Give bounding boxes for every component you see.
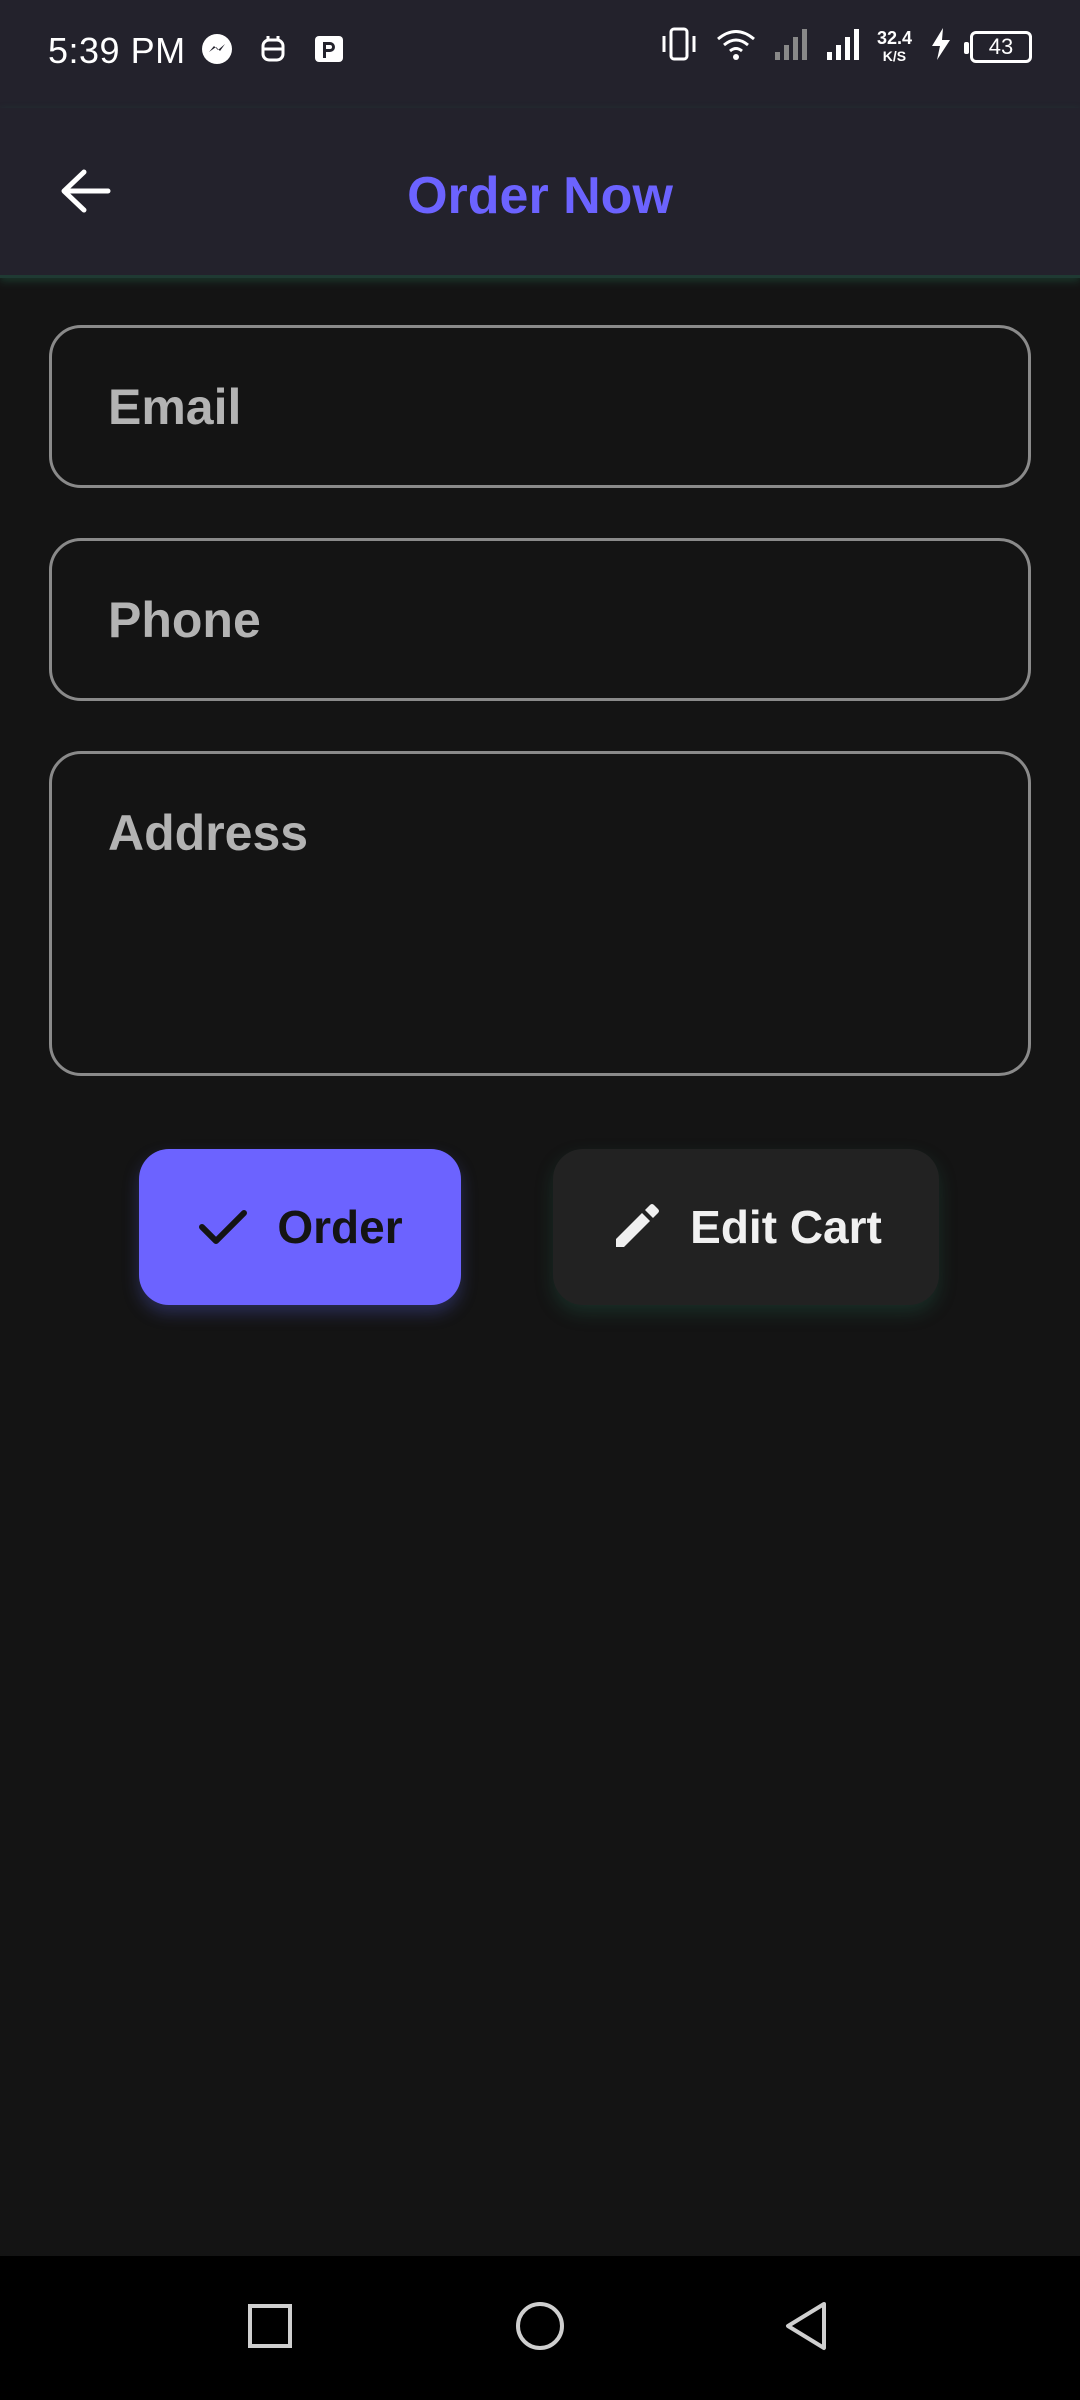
parking-icon <box>312 32 346 66</box>
edit-cart-button-label: Edit Cart <box>690 1201 882 1253</box>
vibrate-icon <box>659 26 699 67</box>
order-button-label: Order <box>277 1201 403 1253</box>
signal-icon <box>825 26 861 67</box>
square-recent-icon <box>246 2302 294 2355</box>
system-icons: 32.4 K/S 43 <box>659 26 1032 67</box>
email-field[interactable] <box>52 328 1028 485</box>
check-icon <box>197 1201 249 1253</box>
edit-cart-button[interactable]: Edit Cart <box>553 1149 939 1305</box>
pencil-icon <box>610 1201 662 1253</box>
bot-icon <box>256 32 290 66</box>
address-field-container <box>49 751 1031 1076</box>
nav-back-button[interactable] <box>776 2298 836 2358</box>
notification-icons <box>200 32 346 66</box>
app-bar: Order Now <box>0 108 1080 278</box>
status-time: 5:39 PM <box>48 30 186 71</box>
email-field-container <box>49 325 1031 488</box>
network-speed-unit: K/S <box>882 47 907 64</box>
wifi-icon <box>715 26 757 67</box>
charging-icon <box>928 26 954 67</box>
messenger-icon <box>200 32 234 66</box>
home-button[interactable] <box>510 2298 570 2358</box>
status-bar: 5:39 PM 32.4 K/S 43 <box>0 0 1080 108</box>
triangle-back-icon <box>782 2300 830 2357</box>
recent-apps-button[interactable] <box>240 2298 300 2358</box>
order-screen: 5:39 PM 32.4 K/S 43 Order Now Email Phon… <box>0 0 1080 2400</box>
network-speed-value: 32.4 <box>876 27 912 48</box>
page-title: Order Now <box>407 167 673 225</box>
circle-home-icon <box>514 2300 566 2357</box>
order-button[interactable]: Order <box>139 1149 461 1305</box>
battery-indicator: 43 <box>964 30 1032 63</box>
network-speed: 32.4 K/S <box>877 29 912 65</box>
system-nav-bar <box>0 2256 1080 2400</box>
signal-icon <box>773 26 809 67</box>
phone-field[interactable] <box>52 541 1028 698</box>
phone-field-container <box>49 538 1031 701</box>
address-field[interactable] <box>52 754 1028 1073</box>
